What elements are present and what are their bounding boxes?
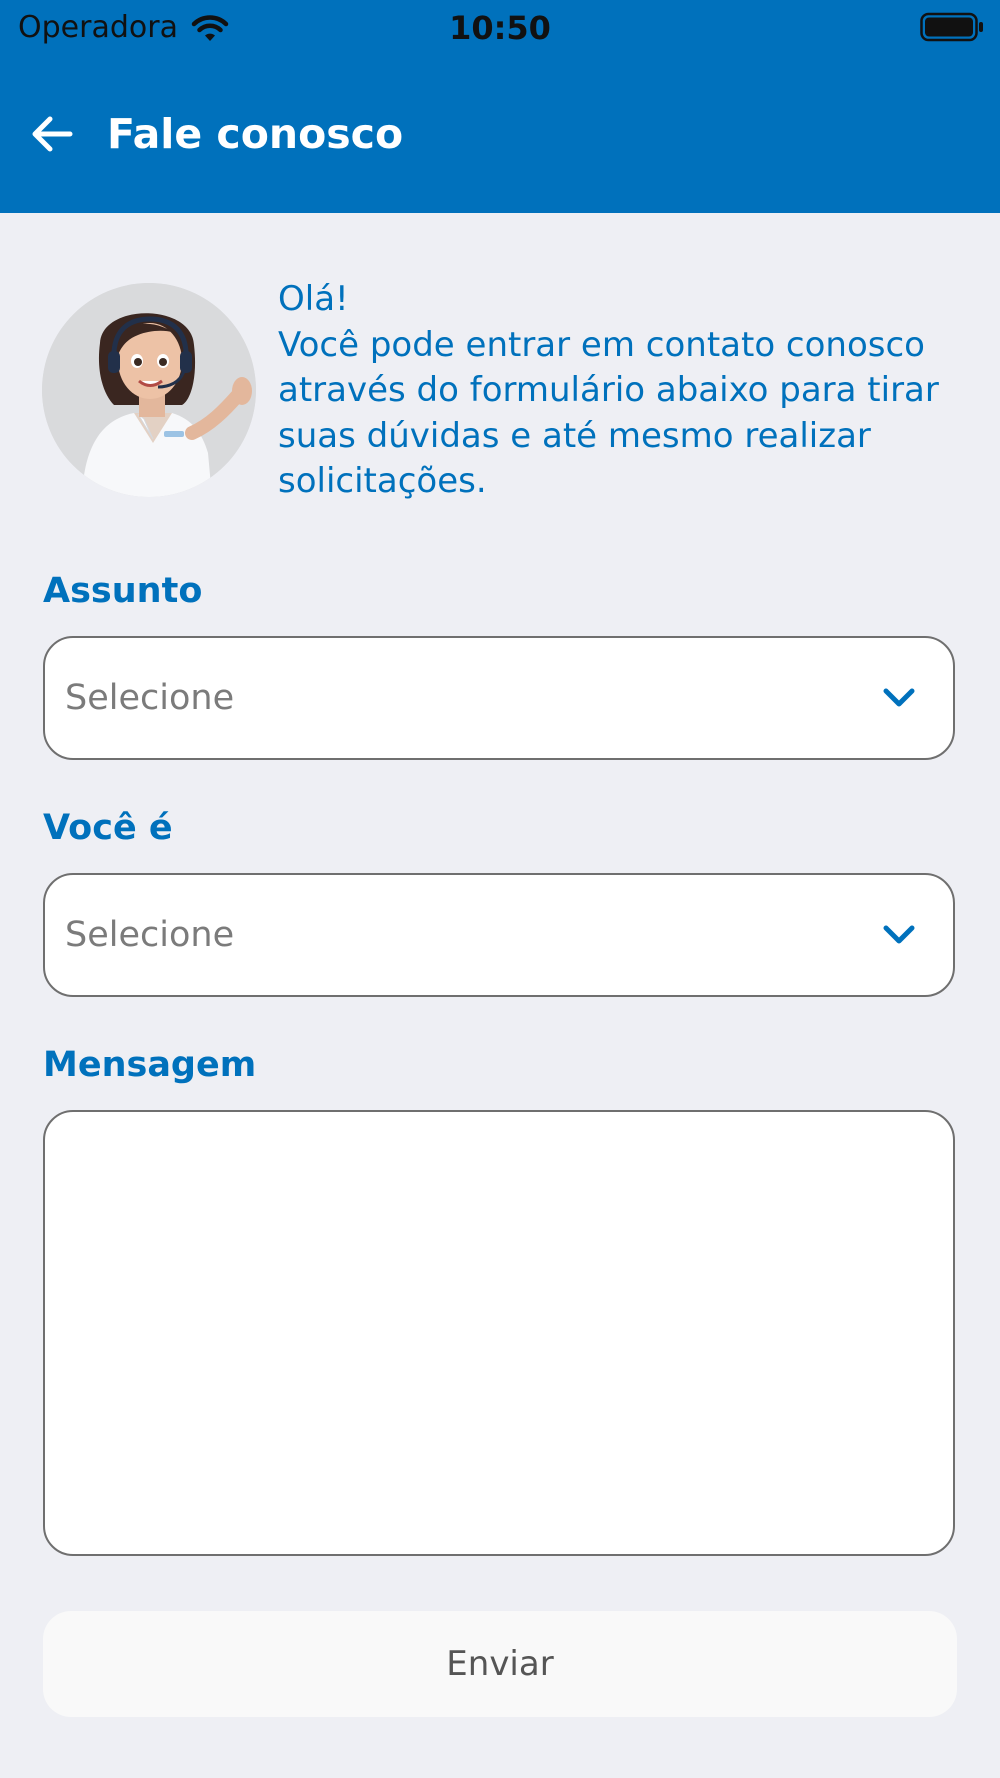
assunto-select[interactable]: Selecione: [43, 636, 955, 760]
assunto-label: Assunto: [43, 571, 203, 611]
send-button-label: Enviar: [446, 1644, 554, 1684]
battery-icon: [920, 12, 983, 42]
chevron-down-icon: [883, 925, 915, 944]
intro-line: Olá!: [278, 279, 349, 319]
intro-line: solicitações.: [278, 461, 487, 501]
voce-e-select[interactable]: Selecione: [43, 873, 955, 997]
mensagem-textarea[interactable]: [43, 1110, 955, 1556]
assistant-avatar-image: [42, 283, 256, 497]
assistant-avatar: [42, 283, 256, 497]
intro-text: Olá! Você pode entrar em contato conosco…: [278, 277, 978, 505]
status-bar: Operadora 10:50: [0, 0, 1000, 56]
mensagem-label: Mensagem: [43, 1045, 257, 1085]
page-title: Fale conosco: [107, 110, 404, 158]
intro-line: Você pode entrar em contato conosco: [278, 324, 925, 365]
voce-e-label: Você é: [43, 808, 173, 848]
status-time: 10:50: [449, 9, 551, 47]
intro-line: suas dúvidas e até mesmo realizar: [278, 415, 871, 456]
chevron-down-icon: [883, 688, 915, 707]
voce-e-select-value: Selecione: [65, 915, 235, 955]
intro-line: através do formulário abaixo para tirar: [278, 370, 939, 410]
back-button[interactable]: [26, 108, 78, 160]
assunto-select-value: Selecione: [65, 678, 235, 718]
arrow-left-icon: [32, 116, 73, 152]
send-button[interactable]: Enviar: [43, 1611, 957, 1717]
